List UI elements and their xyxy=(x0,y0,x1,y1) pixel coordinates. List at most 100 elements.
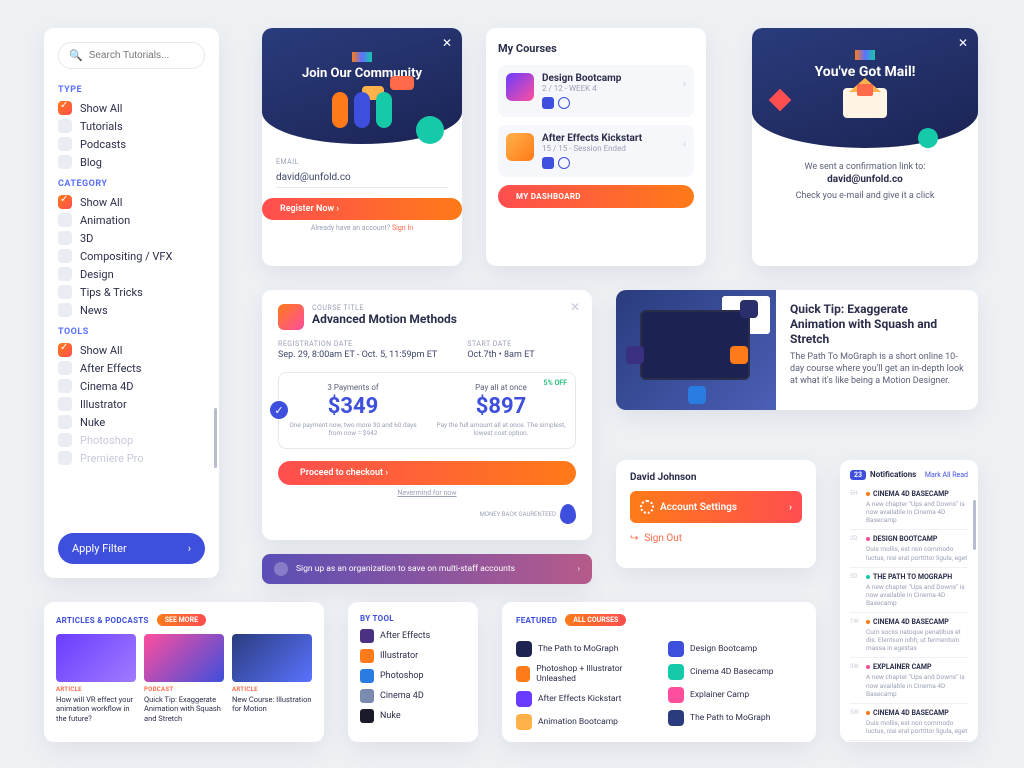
type-show-all[interactable]: Show All xyxy=(58,101,205,115)
checkbox-icon xyxy=(58,379,72,393)
chevron-right-icon: › xyxy=(789,502,792,513)
cat-design[interactable]: Design xyxy=(58,267,205,281)
app-icon xyxy=(360,629,374,643)
cat-tips[interactable]: Tips & Tricks xyxy=(58,285,205,299)
featured-item[interactable]: Photoshop + Illustrator Unleashed xyxy=(516,664,650,684)
featured-item[interactable]: Animation Bootcamp xyxy=(516,714,650,730)
notif-desc: Duis mollis, est non commodo luctus, nis… xyxy=(866,719,968,735)
featured-item[interactable]: After Effects Kickstart xyxy=(516,691,650,707)
article-item[interactable]: PODCAST Quick Tip: Exaggerate Animation … xyxy=(144,634,224,723)
tool-show-all[interactable]: Show All xyxy=(58,343,205,357)
pricing-card: ✕ COURSE TITLE Advanced Motion Methods R… xyxy=(262,290,592,540)
close-icon[interactable]: ✕ xyxy=(570,300,580,314)
course-icon xyxy=(516,691,532,707)
dot-icon xyxy=(866,537,870,541)
org-banner[interactable]: Sign up as an organization to save on mu… xyxy=(262,554,592,584)
featured-item[interactable]: Cinema 4D Basecamp xyxy=(668,664,802,680)
article-thumb xyxy=(144,634,224,682)
decor-circle-icon xyxy=(918,128,938,148)
checkbox-icon xyxy=(58,267,72,281)
tool-row[interactable]: After Effects xyxy=(360,629,466,643)
tool-c4d[interactable]: Cinema 4D xyxy=(58,379,205,393)
featured-item[interactable]: The Path to MoGraph xyxy=(668,710,802,726)
tool-row[interactable]: Cinema 4D xyxy=(360,689,466,703)
featured-card: FEATURED ALL COURSES The Path to MoGraph… xyxy=(502,602,816,742)
decor-diamond-icon xyxy=(769,89,792,112)
plan-installments[interactable]: 3 Payments of $349 One payment now, two … xyxy=(279,373,427,448)
notifications-card: 23Notifications Mark All Read 5HCINEMA 4… xyxy=(840,460,978,742)
featured-item[interactable]: The Path to MoGraph xyxy=(516,641,650,657)
reg-label: REGISTRATION DATE xyxy=(278,340,437,348)
cat-compositing[interactable]: Compositing / VFX xyxy=(58,249,205,263)
notif-time: 3W xyxy=(850,663,864,670)
community-hero: ✕ Join Our Community xyxy=(262,28,462,144)
scrollbar[interactable] xyxy=(973,500,976,550)
notif-desc: Cum sociis natoque penatibus et dis. Ele… xyxy=(866,628,968,652)
search-input-wrap[interactable]: 🔍 xyxy=(58,42,205,69)
tool-row[interactable]: Photoshop xyxy=(360,669,466,683)
checkbox-icon xyxy=(58,433,72,447)
article-item[interactable]: ARTICLE New Course: Illustration for Mot… xyxy=(232,634,312,723)
see-more-button[interactable]: SEE MORE xyxy=(157,614,206,626)
notification-item[interactable]: 2DDESIGN BOOTCAMPDuis mollis, est non co… xyxy=(850,530,968,567)
chevron-right-icon: › xyxy=(336,204,339,214)
notif-desc: Duis mollis, est non commodo luctus, nis… xyxy=(866,545,968,561)
close-icon[interactable]: ✕ xyxy=(442,36,452,50)
notification-item[interactable]: 5WCINEMA 4D BASECAMPDuis mollis, est non… xyxy=(850,704,968,741)
article-item[interactable]: ARTICLE How will VR effect your animatio… xyxy=(56,634,136,723)
checkbox-icon xyxy=(58,285,72,299)
cat-animation[interactable]: Animation xyxy=(58,213,205,227)
community-title: Join Our Community xyxy=(262,66,462,81)
account-settings-button[interactable]: Account Settings › xyxy=(630,491,802,523)
notif-time: 2D xyxy=(850,535,864,542)
all-courses-button[interactable]: ALL COURSES xyxy=(565,614,626,626)
tool-illustrator[interactable]: Illustrator xyxy=(58,397,205,411)
notif-title: CINEMA 4D BASECAMP xyxy=(866,490,968,498)
articles-card: ARTICLES & PODCASTS SEE MORE ARTICLE How… xyxy=(44,602,324,742)
featured-item[interactable]: Explainer Camp xyxy=(668,687,802,703)
course-item[interactable]: After Effects Kickstart 15 / 15 - Sessio… xyxy=(498,125,694,177)
tool-row[interactable]: Nuke xyxy=(360,709,466,723)
sign-out-link[interactable]: ↪Sign Out xyxy=(630,533,802,544)
mark-all-read-link[interactable]: Mark All Read xyxy=(925,471,968,479)
search-input[interactable] xyxy=(89,50,194,61)
tool-photoshop[interactable]: Photoshop xyxy=(58,433,205,447)
notification-item[interactable]: 1WCINEMA 4D BASECAMPCum sociis natoque p… xyxy=(850,613,968,658)
tool-ae[interactable]: After Effects xyxy=(58,361,205,375)
checkbox-icon xyxy=(58,451,72,465)
checkbox-icon xyxy=(58,231,72,245)
tool-nuke[interactable]: Nuke xyxy=(58,415,205,429)
type-blog[interactable]: Blog xyxy=(58,155,205,169)
type-podcasts[interactable]: Podcasts xyxy=(58,137,205,151)
quick-tip-card[interactable]: Quick Tip: Exaggerate Animation with Squ… xyxy=(616,290,978,410)
ribbon-icon xyxy=(560,504,576,524)
app-icon xyxy=(688,386,706,404)
course-icon xyxy=(668,664,684,680)
discount-badge: 5% OFF xyxy=(544,379,567,387)
app-icon xyxy=(360,689,374,703)
notification-item[interactable]: 3WEXPLAINER CAMPA new chapter "Ups and D… xyxy=(850,658,968,703)
course-item[interactable]: Design Bootcamp 2 / 12 - WEEK 4 › xyxy=(498,65,694,117)
notification-item[interactable]: 5DTHE PATH TO MOGRAPHA new chapter "Ups … xyxy=(850,568,968,613)
nevermind-link[interactable]: Nevermind for now xyxy=(278,489,576,497)
plan-price: $349 xyxy=(287,394,419,419)
close-icon[interactable]: ✕ xyxy=(958,36,968,50)
signin-link[interactable]: Sign In xyxy=(392,224,413,232)
register-button[interactable]: Register Now › xyxy=(262,198,462,220)
tool-row[interactable]: Illustrator xyxy=(360,649,466,663)
scrollbar[interactable] xyxy=(214,408,217,468)
apply-filter-button[interactable]: Apply Filter › xyxy=(58,533,205,564)
featured-item[interactable]: Design Bootcamp xyxy=(668,641,802,657)
proceed-checkout-button[interactable]: Proceed to checkout › xyxy=(278,461,576,485)
dot-icon xyxy=(866,620,870,624)
notification-item[interactable]: 5HCINEMA 4D BASECAMPA new chapter "Ups a… xyxy=(850,485,968,530)
my-dashboard-button[interactable]: MY DASHBOARD xyxy=(498,185,694,208)
app-icon xyxy=(360,709,374,723)
cat-show-all[interactable]: Show All xyxy=(58,195,205,209)
cat-news[interactable]: News xyxy=(58,303,205,317)
email-field[interactable]: david@unfold.co xyxy=(276,168,448,188)
cat-3d[interactable]: 3D xyxy=(58,231,205,245)
type-tutorials[interactable]: Tutorials xyxy=(58,119,205,133)
dot-icon xyxy=(866,665,870,669)
tool-premiere[interactable]: Premiere Pro xyxy=(58,451,205,465)
